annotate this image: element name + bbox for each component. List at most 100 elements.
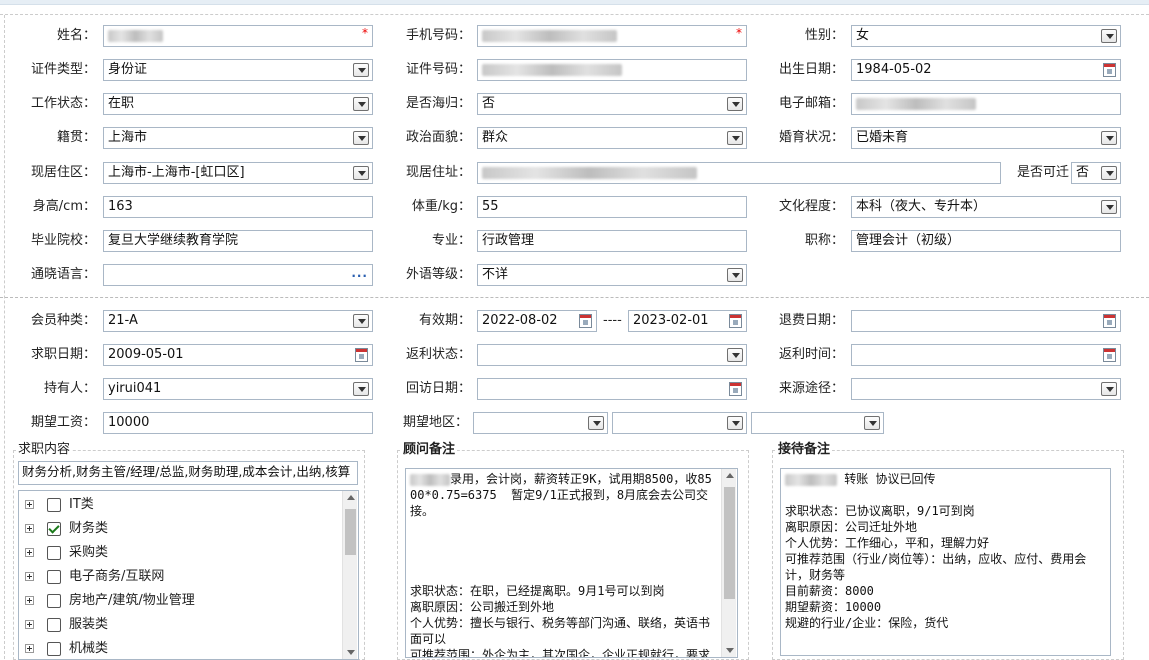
region-district-select[interactable] [751, 412, 884, 434]
chevron-down-icon[interactable] [727, 268, 743, 282]
scroll-up-icon[interactable] [726, 473, 734, 478]
school-field[interactable]: 复旦大学继续教育学院 [103, 230, 373, 252]
expand-icon[interactable] [25, 620, 34, 629]
consultant-note-text: 录用，会计岗，薪资转正9K，试用期8500，收8500*0.75=6375 暂定… [410, 472, 712, 658]
phone-label: 手机号码： [405, 28, 471, 43]
title-field[interactable]: 管理会计（初级） [851, 230, 1121, 252]
scroll-down-icon[interactable] [726, 648, 734, 653]
email-field[interactable] [851, 93, 1121, 115]
chevron-down-icon[interactable] [1101, 166, 1117, 180]
checkbox[interactable] [47, 642, 61, 656]
consultant-note-scrollbar[interactable] [721, 469, 736, 657]
chevron-down-icon[interactable] [727, 348, 743, 362]
language-field[interactable]: ··· [103, 264, 373, 286]
residence-area-select[interactable]: 上海市-上海市-[虹口区] [103, 162, 373, 184]
foreign-level-select[interactable]: 不详 [477, 264, 747, 286]
checkbox[interactable] [47, 498, 61, 512]
work-status-select[interactable]: 在职 [103, 93, 373, 115]
valid-to-field[interactable]: 2023-02-01 [628, 310, 747, 332]
redacted-value [410, 473, 450, 486]
residence-addr-field[interactable] [477, 162, 1001, 184]
member-type-select[interactable]: 21-A [103, 310, 373, 332]
education-select[interactable]: 本科（夜大、专升本） [851, 196, 1121, 218]
chevron-down-icon[interactable] [1101, 382, 1117, 396]
chevron-down-icon[interactable] [727, 416, 743, 430]
overseas-label: 是否海归： [405, 96, 471, 111]
region-province-select[interactable] [473, 412, 608, 434]
relocate-value: 否 [1076, 165, 1090, 180]
checkbox-checked[interactable] [47, 522, 61, 536]
gender-select[interactable]: 女 [851, 25, 1121, 47]
expand-icon[interactable] [25, 572, 34, 581]
checkbox[interactable] [47, 546, 61, 560]
calendar-icon[interactable] [729, 382, 742, 396]
overseas-select[interactable]: 否 [477, 93, 747, 115]
scroll-up-icon[interactable] [347, 495, 355, 500]
chevron-down-icon[interactable] [353, 63, 369, 77]
salary-field[interactable]: 10000 [103, 412, 373, 434]
chevron-down-icon[interactable] [1101, 29, 1117, 43]
calendar-icon[interactable] [1103, 348, 1116, 362]
visit-date-field[interactable] [477, 378, 747, 400]
id-type-value: 身份证 [108, 62, 148, 77]
chevron-down-icon[interactable] [588, 416, 604, 430]
gender-label: 性别： [804, 28, 844, 43]
tree-scrollbar[interactable] [342, 491, 357, 659]
expand-icon[interactable] [25, 524, 34, 533]
source-select[interactable] [851, 378, 1121, 400]
chevron-down-icon[interactable] [864, 416, 880, 430]
chevron-down-icon[interactable] [1101, 200, 1117, 214]
chevron-down-icon[interactable] [727, 131, 743, 145]
consultant-note-textarea[interactable]: 录用，会计岗，薪资转正9K，试用期8500，收8500*0.75=6375 暂定… [405, 468, 738, 658]
chevron-down-icon[interactable] [353, 166, 369, 180]
native-select[interactable]: 上海市 [103, 127, 373, 149]
job-category-tree: IT类 财务类 采购类 电子商务/互联网 房地产/建筑/物业管理 服装类 机械类 [18, 490, 359, 660]
rebate-status-select[interactable] [477, 344, 747, 366]
height-field[interactable]: 163 [103, 196, 373, 218]
chevron-down-icon[interactable] [353, 382, 369, 396]
job-content-selected-value: 财务分析,财务主管/经理/总监,财务助理,成本会计,出纳,核算 [22, 464, 351, 479]
checkbox[interactable] [47, 570, 61, 584]
more-icon[interactable]: ··· [351, 266, 368, 285]
job-content-selected-field[interactable]: 财务分析,财务主管/经理/总监,财务助理,成本会计,出纳,核算 [18, 461, 358, 485]
id-type-select[interactable]: 身份证 [103, 59, 373, 81]
chevron-down-icon[interactable] [1101, 131, 1117, 145]
scroll-thumb[interactable] [724, 487, 735, 599]
major-field[interactable]: 行政管理 [477, 230, 747, 252]
holder-select[interactable]: yirui041 [103, 378, 373, 400]
expand-icon[interactable] [25, 596, 34, 605]
phone-field[interactable] [477, 25, 747, 47]
political-select[interactable]: 群众 [477, 127, 747, 149]
expand-icon[interactable] [25, 644, 34, 653]
marital-select[interactable]: 已婚未育 [851, 127, 1121, 149]
chevron-down-icon[interactable] [353, 97, 369, 111]
calendar-icon[interactable] [579, 314, 592, 328]
id-no-field[interactable] [477, 59, 747, 81]
name-field[interactable] [103, 25, 373, 47]
chevron-down-icon[interactable] [353, 314, 369, 328]
job-date-field[interactable]: 2009-05-01 [103, 344, 373, 366]
birth-date-field[interactable]: 1984-05-02 [851, 59, 1121, 81]
tree-item-label: 电子商务/互联网 [69, 569, 165, 584]
calendar-icon[interactable] [1103, 314, 1116, 328]
calendar-icon[interactable] [355, 348, 368, 362]
region-city-select[interactable] [612, 412, 747, 434]
chevron-down-icon[interactable] [727, 97, 743, 111]
calendar-icon[interactable] [729, 314, 742, 328]
reception-note-textarea[interactable]: 转账 协议已回传 求职状态：已协议离职，9/1可到岗 离职原因：公司迁址外地 个… [780, 468, 1111, 656]
relocate-select[interactable]: 否 [1071, 162, 1121, 184]
calendar-icon[interactable] [1103, 63, 1116, 77]
tree-item-label: 财务类 [69, 521, 109, 536]
weight-field[interactable]: 55 [477, 196, 747, 218]
expand-icon[interactable] [25, 548, 34, 557]
scroll-thumb[interactable] [345, 509, 356, 555]
section-divider [0, 297, 1149, 298]
rebate-time-field[interactable] [851, 344, 1121, 366]
expand-icon[interactable] [25, 500, 34, 509]
scroll-down-icon[interactable] [347, 650, 355, 655]
valid-from-field[interactable]: 2022-08-02 [477, 310, 597, 332]
checkbox[interactable] [47, 618, 61, 632]
refund-date-field[interactable] [851, 310, 1121, 332]
checkbox[interactable] [47, 594, 61, 608]
chevron-down-icon[interactable] [353, 131, 369, 145]
